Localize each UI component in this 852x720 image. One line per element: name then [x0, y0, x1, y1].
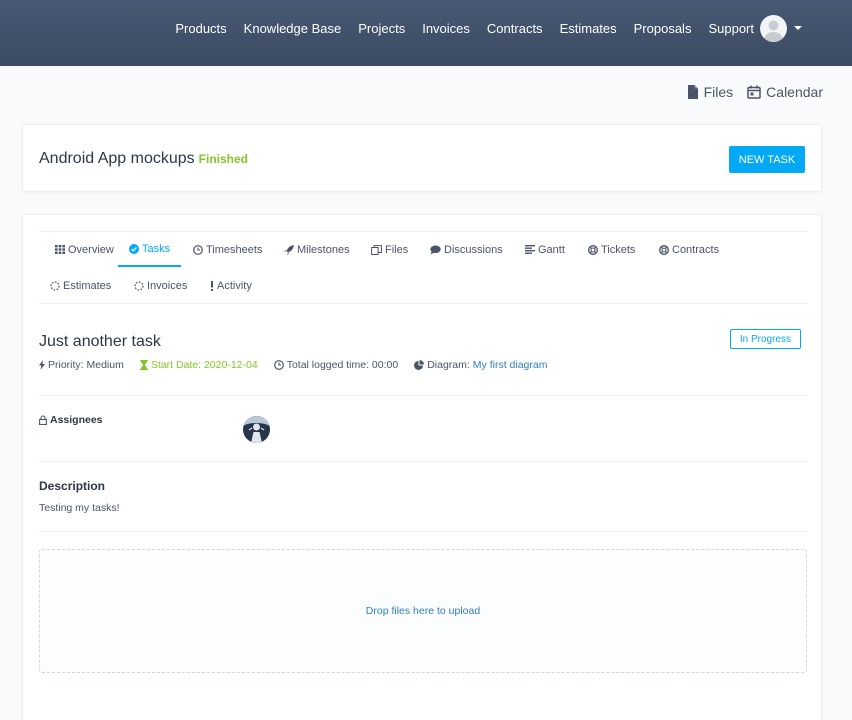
tab-label: Tickets	[601, 243, 636, 256]
project-title: Android App mockups Finished	[39, 150, 248, 168]
tab-label: Discussions	[444, 243, 503, 256]
files-link-label: Files	[703, 84, 734, 100]
spinner-icon	[50, 280, 60, 291]
file-icon	[687, 85, 698, 99]
lock-icon	[39, 415, 47, 425]
spinner-icon	[134, 280, 144, 291]
life-ring-icon	[588, 244, 598, 255]
tab-timesheets[interactable]: Timesheets	[193, 232, 262, 267]
dropzone-text: Drop files here to upload	[365, 605, 481, 617]
tab-contracts[interactable]: Contracts	[659, 232, 719, 267]
check-circle-icon	[129, 243, 139, 254]
grid-icon	[55, 245, 65, 254]
tab-files[interactable]: Files	[371, 232, 408, 267]
assignees-label-text: Assignees	[50, 414, 103, 426]
task-priority: Priority: Medium	[39, 359, 124, 371]
calendar-link[interactable]: Calendar	[747, 84, 823, 100]
new-task-button[interactable]: NEW TASK	[729, 146, 805, 173]
task-status-badge[interactable]: In Progress	[729, 329, 801, 349]
clock-icon	[193, 244, 203, 255]
files-icon	[371, 244, 382, 255]
task-start-date-text: Start Date: 2020-12-04	[150, 359, 258, 371]
nav-link-products[interactable]: Products	[175, 21, 226, 36]
project-header: Android App mockups Finished NEW TASK	[22, 124, 822, 192]
hourglass-icon	[139, 360, 148, 370]
top-navbar: Products Knowledge Base Projects Invoice…	[0, 0, 852, 66]
nav-links: Products Knowledge Base Projects Invoice…	[158, 0, 754, 56]
project-tabs: Overview Tasks Timesheets Milestones Fil…	[39, 231, 807, 304]
align-left-icon	[525, 245, 535, 254]
files-link[interactable]: Files	[687, 84, 734, 100]
assignee-avatar[interactable]	[243, 416, 270, 443]
quick-links: Files Calendar	[673, 84, 823, 100]
tab-activity[interactable]: Activity	[210, 268, 252, 303]
description-text: Testing my tasks!	[39, 502, 120, 514]
task-start-date: Start Date: 2020-12-04	[139, 359, 258, 371]
project-name: Android App mockups	[39, 150, 195, 167]
pie-chart-icon	[414, 360, 425, 370]
caret-down-icon[interactable]	[794, 26, 802, 30]
tab-overview[interactable]: Overview	[55, 232, 114, 267]
nav-link-invoices[interactable]: Invoices	[422, 21, 470, 36]
task-title: Just another task	[39, 333, 161, 350]
task-logged-time-text: Total logged time: 00:00	[286, 359, 399, 371]
tab-label: Activity	[217, 279, 252, 292]
comment-icon	[430, 245, 441, 254]
task-diagram: Diagram: My first diagram	[414, 359, 547, 371]
nav-link-proposals[interactable]: Proposals	[634, 21, 692, 36]
tab-label: Milestones	[297, 243, 350, 256]
nav-link-estimates[interactable]: Estimates	[560, 21, 617, 36]
tab-discussions[interactable]: Discussions	[430, 232, 503, 267]
calendar-link-label: Calendar	[766, 84, 823, 100]
tab-estimates[interactable]: Estimates	[50, 268, 111, 303]
project-status: Finished	[198, 152, 248, 166]
task-panel: Overview Tasks Timesheets Milestones Fil…	[22, 214, 822, 720]
divider	[39, 531, 807, 532]
rocket-icon	[284, 244, 294, 255]
life-ring-icon	[659, 244, 669, 255]
tab-label: Contracts	[672, 243, 720, 256]
tab-gantt[interactable]: Gantt	[525, 232, 565, 267]
tab-label: Timesheets	[206, 243, 263, 256]
assignees-label: Assignees	[39, 414, 103, 426]
bolt-icon	[39, 360, 45, 370]
nav-link-knowledge-base[interactable]: Knowledge Base	[244, 21, 342, 36]
tab-label: Gantt	[538, 243, 565, 256]
tab-tickets[interactable]: Tickets	[588, 232, 635, 267]
tab-milestones[interactable]: Milestones	[284, 232, 350, 267]
description-heading: Description	[39, 479, 106, 493]
clock-icon	[273, 360, 284, 370]
exclamation-icon	[211, 280, 213, 291]
task-meta: Priority: Medium Start Date: 2020-12-04 …	[39, 358, 563, 372]
tab-invoices[interactable]: Invoices	[134, 268, 187, 303]
file-dropzone[interactable]: Drop files here to upload	[39, 549, 807, 673]
tab-label: Invoices	[147, 279, 188, 292]
nav-link-contracts[interactable]: Contracts	[487, 21, 543, 36]
tab-label: Overview	[68, 243, 114, 256]
divider	[39, 395, 807, 396]
calendar-icon	[747, 85, 761, 99]
nav-link-support[interactable]: Support	[708, 21, 754, 36]
user-avatar-icon[interactable]	[760, 15, 787, 42]
tab-label: Tasks	[142, 242, 171, 255]
nav-link-projects[interactable]: Projects	[358, 21, 405, 36]
task-diagram-label: Diagram:	[427, 359, 470, 371]
diagram-link[interactable]: My first diagram	[473, 359, 548, 371]
divider	[39, 461, 807, 462]
tab-label: Files	[385, 243, 409, 256]
task-logged-time: Total logged time: 00:00	[273, 359, 399, 371]
tab-label: Estimates	[63, 279, 112, 292]
tab-tasks[interactable]: Tasks	[118, 232, 181, 267]
task-priority-text: Priority: Medium	[48, 359, 124, 371]
